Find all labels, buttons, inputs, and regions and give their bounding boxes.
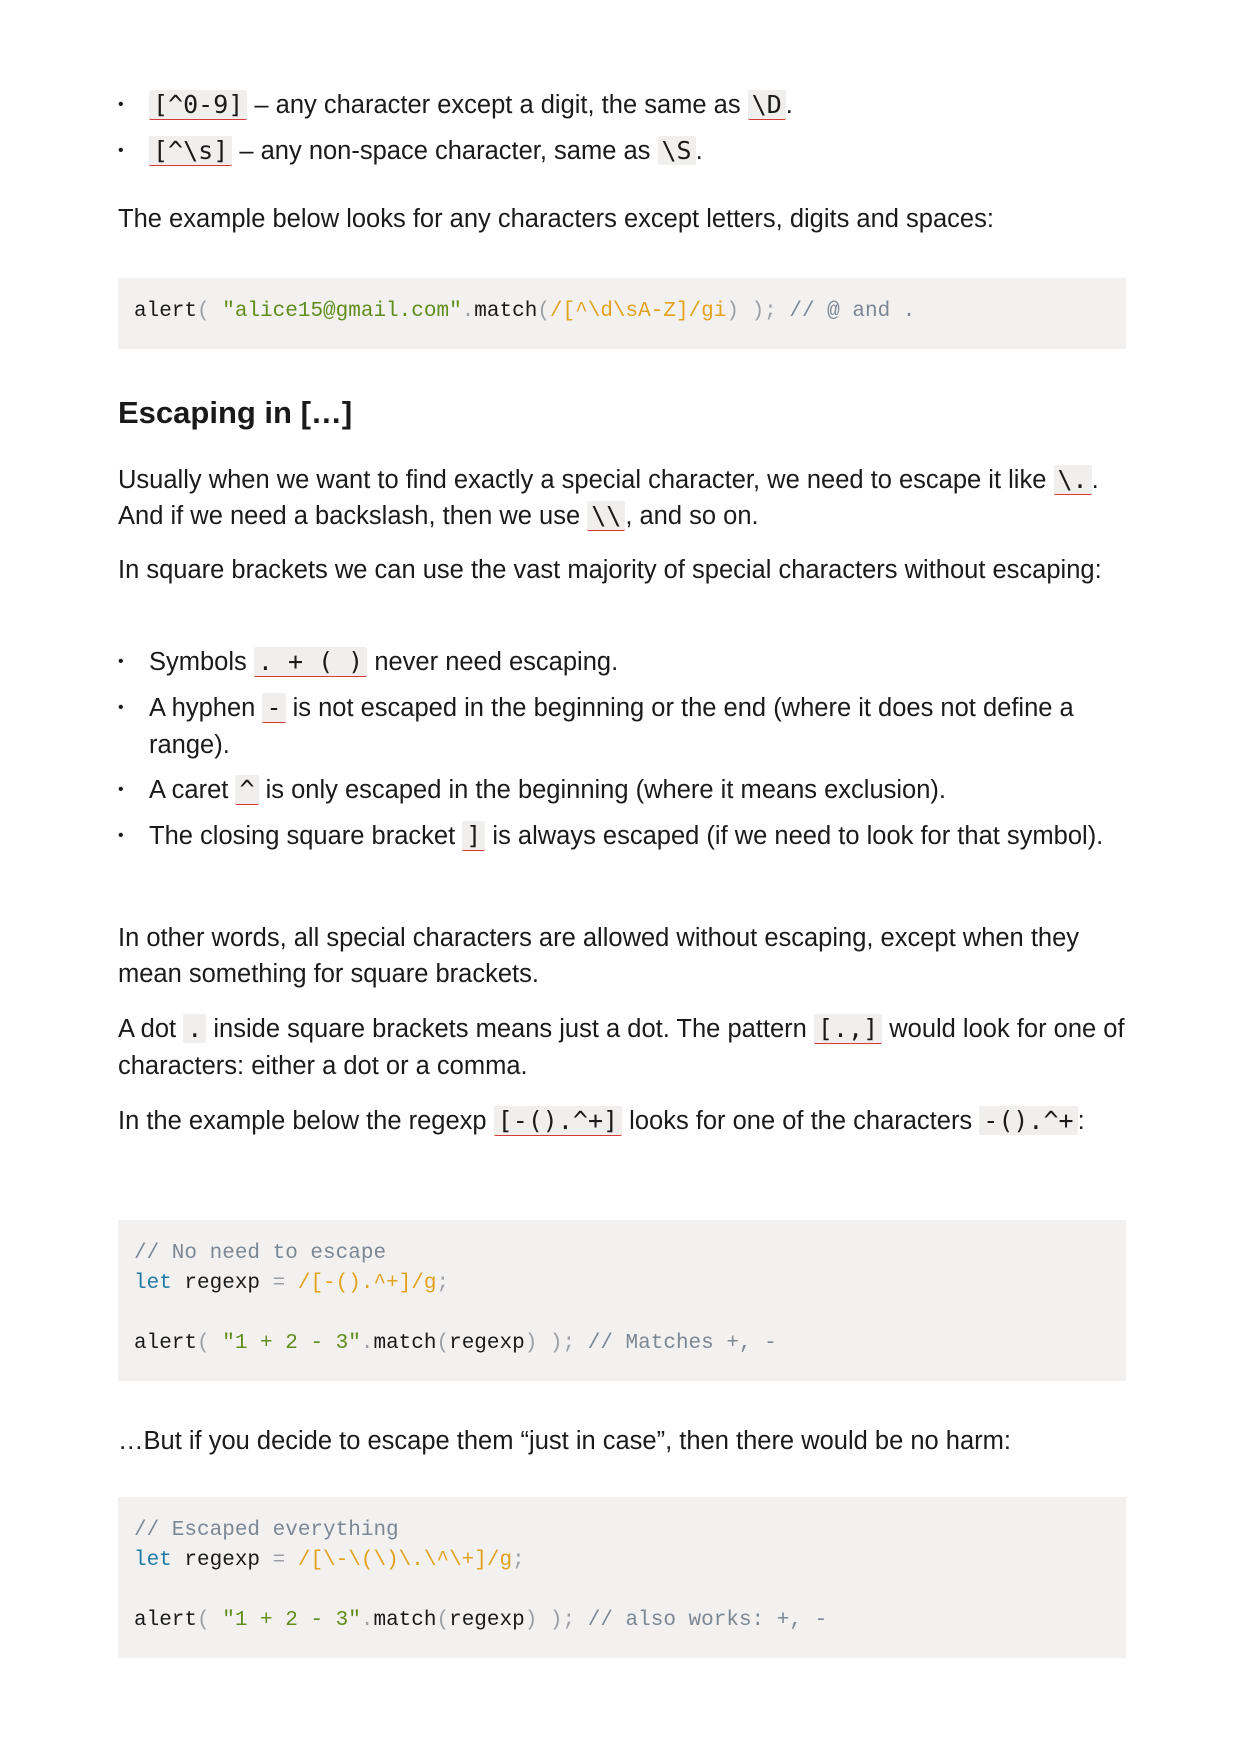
inline-code: \S bbox=[657, 136, 696, 165]
code-block-1: alert( "alice15@gmail.com".match(/[^\d\s… bbox=[118, 278, 1126, 349]
inline-code: \D bbox=[747, 90, 786, 120]
paragraph: In the example below the regexp [-().^+]… bbox=[118, 1106, 1085, 1136]
inline-code: - bbox=[262, 693, 286, 723]
code-block-2: // No need to escape let regexp = /[-().… bbox=[118, 1220, 1126, 1381]
example-intro: The example below looks for any characte… bbox=[118, 205, 994, 233]
paragraph: …But if you decide to escape them “just … bbox=[118, 1427, 1011, 1455]
code-block-3: // Escaped everything let regexp = /[\-\… bbox=[118, 1497, 1126, 1658]
paragraph: Usually when we want to find exactly a s… bbox=[118, 465, 1099, 531]
list-item: [^\s] – any non-space character, same as… bbox=[118, 132, 1126, 170]
inline-code: -().^+ bbox=[979, 1106, 1078, 1135]
inline-code: [^\s] bbox=[149, 136, 233, 166]
paragraph: A dot . inside square brackets means jus… bbox=[118, 1014, 1125, 1080]
inline-code: ^ bbox=[235, 775, 259, 805]
section-heading: Escaping in […] bbox=[118, 395, 353, 430]
escaping-rules-list: Symbols . + ( ) never need escaping. A h… bbox=[118, 643, 1126, 855]
list-item: A caret ^ is only escaped in the beginni… bbox=[118, 771, 1126, 809]
paragraph: In square brackets we can use the vast m… bbox=[118, 556, 1102, 584]
inline-code: \\ bbox=[587, 501, 626, 531]
paragraph: In other words, all special characters a… bbox=[118, 924, 1080, 988]
negation-examples-list: [^0-9] – any character except a digit, t… bbox=[118, 86, 1126, 170]
list-item: A hyphen - is not escaped in the beginni… bbox=[118, 689, 1126, 764]
inline-code: . + ( ) bbox=[253, 647, 368, 677]
inline-code: . bbox=[183, 1014, 207, 1043]
inline-code: [.,] bbox=[813, 1014, 883, 1044]
list-item: Symbols . + ( ) never need escaping. bbox=[118, 643, 1126, 681]
inline-code: ] bbox=[462, 821, 486, 851]
list-item: The closing square bracket ] is always e… bbox=[118, 817, 1126, 855]
inline-code: [^0-9] bbox=[149, 90, 248, 120]
inline-code: [-().^+] bbox=[493, 1106, 623, 1136]
list-item: [^0-9] – any character except a digit, t… bbox=[118, 86, 1126, 124]
inline-code: \. bbox=[1053, 465, 1092, 495]
